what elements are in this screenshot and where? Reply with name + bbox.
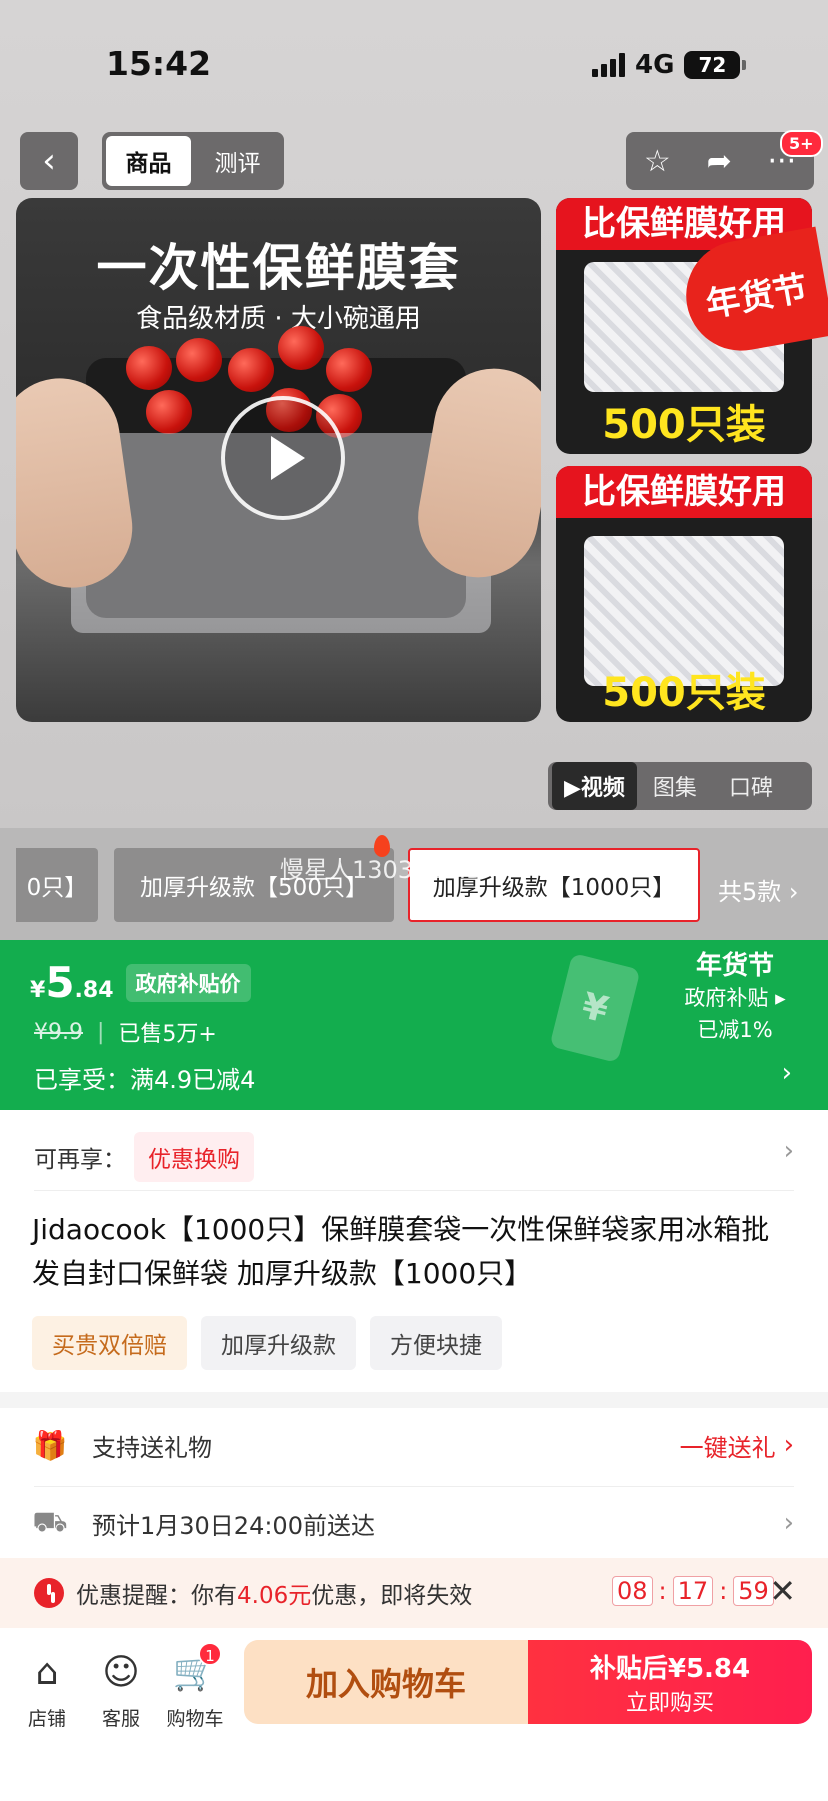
buy-now-label: 立即购买 — [625, 1690, 714, 1716]
product-info: 可再享： 优惠换购 › Jidaocook【1000只】保鲜膜套袋一次性保鲜袋家… — [0, 1110, 828, 1392]
cart-label: 购物车 — [166, 1708, 224, 1730]
back-button[interactable]: ‹ — [20, 132, 78, 190]
subsidy-side[interactable]: 年货节 政府补贴 ▸ 已减1% — [660, 950, 810, 1046]
service-button[interactable]: ☺ 客服 — [86, 1650, 156, 1731]
signal-icon — [592, 53, 625, 77]
product-title: Jidaocook【1000只】保鲜膜套袋一次性保鲜袋家用冰箱批发自封口保鲜袋 … — [32, 1213, 770, 1290]
star-icon[interactable]: ☆ — [644, 144, 671, 179]
chevron-left-icon: ‹ — [42, 141, 56, 181]
sku-total[interactable]: 共5款 › — [718, 872, 799, 907]
media-tabs: ▶视频 图集 口碑 — [548, 762, 812, 810]
discount-enjoyed[interactable]: 已享受：满4.9已减4 — [34, 1060, 255, 1095]
service-label: 客服 — [101, 1708, 140, 1730]
divider — [34, 1486, 794, 1487]
delivery-label: 预计1月30日24:00前送达 — [92, 1511, 375, 1540]
subsidy-label-text: 政府补贴 — [684, 986, 769, 1010]
thumb1-footer: 500只装 — [602, 402, 766, 448]
product-tags: 买贵双倍赔 加厚升级款 方便块捷 — [32, 1316, 502, 1370]
tag-upgrade[interactable]: 加厚升级款 — [201, 1316, 356, 1370]
play-icon[interactable] — [221, 396, 345, 520]
battery-icon: 72 — [684, 51, 747, 79]
message-badge: 5+ — [780, 130, 823, 157]
timer-seconds: 59 — [733, 1576, 774, 1606]
price-row: ¥ 5 .84 政府补贴价 — [30, 958, 251, 1008]
flame-icon — [374, 835, 390, 857]
close-icon[interactable]: ✕ — [769, 1572, 796, 1610]
reminder-suffix: 优惠，即将失效 — [311, 1583, 473, 1609]
chevron-right-icon: › — [788, 878, 799, 906]
price-integer: 5 — [45, 958, 75, 1007]
chevron-right-icon[interactable]: › — [784, 1136, 794, 1166]
gift-label: 支持送礼物 — [92, 1433, 212, 1462]
reminder-prefix: 优惠提醒：你有 — [76, 1583, 237, 1609]
cover-subtitle: 食品级材质 · 大小碗通用 — [136, 304, 421, 334]
price-decimal: .84 — [74, 978, 114, 1003]
services: 🎁 支持送礼物 一键送礼 › ⛟ 预计1月30日24:00前送达 › — [0, 1408, 828, 1558]
tab-video[interactable]: ▶视频 — [552, 762, 637, 810]
subsidy-label: 政府补贴 ▸ — [684, 986, 786, 1010]
coupon-icon: ¥ — [549, 952, 641, 1064]
cart-count-badge: 1 — [198, 1642, 222, 1666]
price-currency: ¥ — [30, 978, 46, 1003]
thumb2-header: 比保鲜膜好用 — [556, 466, 812, 518]
price-panel: ¥ 5 .84 政府补贴价 ¥9.9 | 已售5万+ 已享受：满4.9已减4 ›… — [0, 940, 828, 1110]
bottom-bar: ⌂ 店铺 ☺ 客服 🛒 购物车 1 加入购物车 补贴后¥5.84 立即购买 — [0, 1628, 828, 1801]
add-to-cart-button[interactable]: 加入购物车 — [244, 1640, 528, 1724]
main-video-cover[interactable]: 一次性保鲜膜套 食品级材质 · 大小碗通用 — [16, 198, 541, 722]
tab-product[interactable]: 商品 — [106, 136, 191, 186]
countdown-timer: 08: 17: 59 — [612, 1576, 774, 1606]
top-tabs: 商品 测评 — [102, 132, 284, 190]
cover-title: 一次性保鲜膜套 — [96, 239, 461, 297]
share-icon[interactable]: ➦ — [707, 144, 732, 179]
timer-hours: 08 — [612, 1576, 653, 1606]
tag-convenient[interactable]: 方便块捷 — [370, 1316, 502, 1370]
sku-total-label: 共5款 — [718, 878, 782, 906]
sku-option-0[interactable]: 0只】 — [16, 848, 98, 922]
tab-reputation[interactable]: 口碑 — [713, 770, 789, 802]
store-button[interactable]: ⌂ 店铺 — [12, 1650, 82, 1731]
network-type: 4G — [635, 50, 675, 80]
clock-icon — [34, 1578, 64, 1608]
tag-double-refund[interactable]: 买贵双倍赔 — [32, 1316, 187, 1370]
chevron-right-icon: › — [783, 1430, 794, 1460]
store-icon: ⌂ — [35, 1652, 59, 1693]
original-row: ¥9.9 | 已售5万+ — [34, 1016, 217, 1048]
buy-now-button[interactable]: 补贴后¥5.84 立即购买 — [528, 1640, 812, 1724]
sold-count: 已售5万+ — [118, 1022, 217, 1047]
delivery-row[interactable]: ⛟ 预计1月30日24:00前送达 › — [32, 1488, 794, 1558]
gift-row[interactable]: 🎁 支持送礼物 一键送礼 › — [32, 1410, 794, 1480]
status-time: 15:42 — [106, 44, 212, 83]
cart-button[interactable]: 🛒 购物车 — [160, 1650, 230, 1731]
exchange-tag[interactable]: 优惠换购 — [134, 1132, 254, 1182]
tab-gallery[interactable]: 图集 — [637, 770, 713, 802]
section-separator — [0, 1392, 828, 1408]
chevron-right-icon: › — [783, 1508, 794, 1538]
thumb2-footer: 500只装 — [602, 670, 766, 716]
festival-title: 年货节 — [695, 951, 774, 981]
tab-review[interactable]: 测评 — [195, 144, 280, 178]
chevron-right-icon[interactable]: › — [782, 1058, 792, 1088]
gallery-thumb-2[interactable]: 比保鲜膜好用 500只装 — [556, 466, 812, 722]
buy-now-price: 补贴后¥5.84 — [589, 1653, 751, 1684]
send-gift-link[interactable]: 一键送礼 — [680, 1428, 776, 1463]
gift-icon: 🎁 — [32, 1428, 68, 1462]
extra-promo-label: 可再享： — [34, 1147, 126, 1173]
store-label: 店铺 — [27, 1708, 66, 1730]
extra-promo[interactable]: 可再享： 优惠换购 — [34, 1132, 254, 1182]
original-price: ¥9.9 — [34, 1019, 83, 1045]
reminder-amount: 4.06元 — [237, 1583, 312, 1609]
subsidy-tag: 政府补贴价 — [125, 964, 251, 1002]
subsidy-amount: 已减1% — [697, 1018, 773, 1042]
divider — [34, 1190, 794, 1191]
truck-icon: ⛟ — [32, 1504, 68, 1538]
timer-minutes: 17 — [672, 1576, 714, 1606]
promo-reminder[interactable]: 优惠提醒：你有 4.06元 优惠，即将失效 08: 17: 59 ✕ — [0, 1558, 828, 1628]
smile-icon: ☺ — [102, 1652, 140, 1693]
status-indicators: 4G 72 — [592, 50, 747, 80]
